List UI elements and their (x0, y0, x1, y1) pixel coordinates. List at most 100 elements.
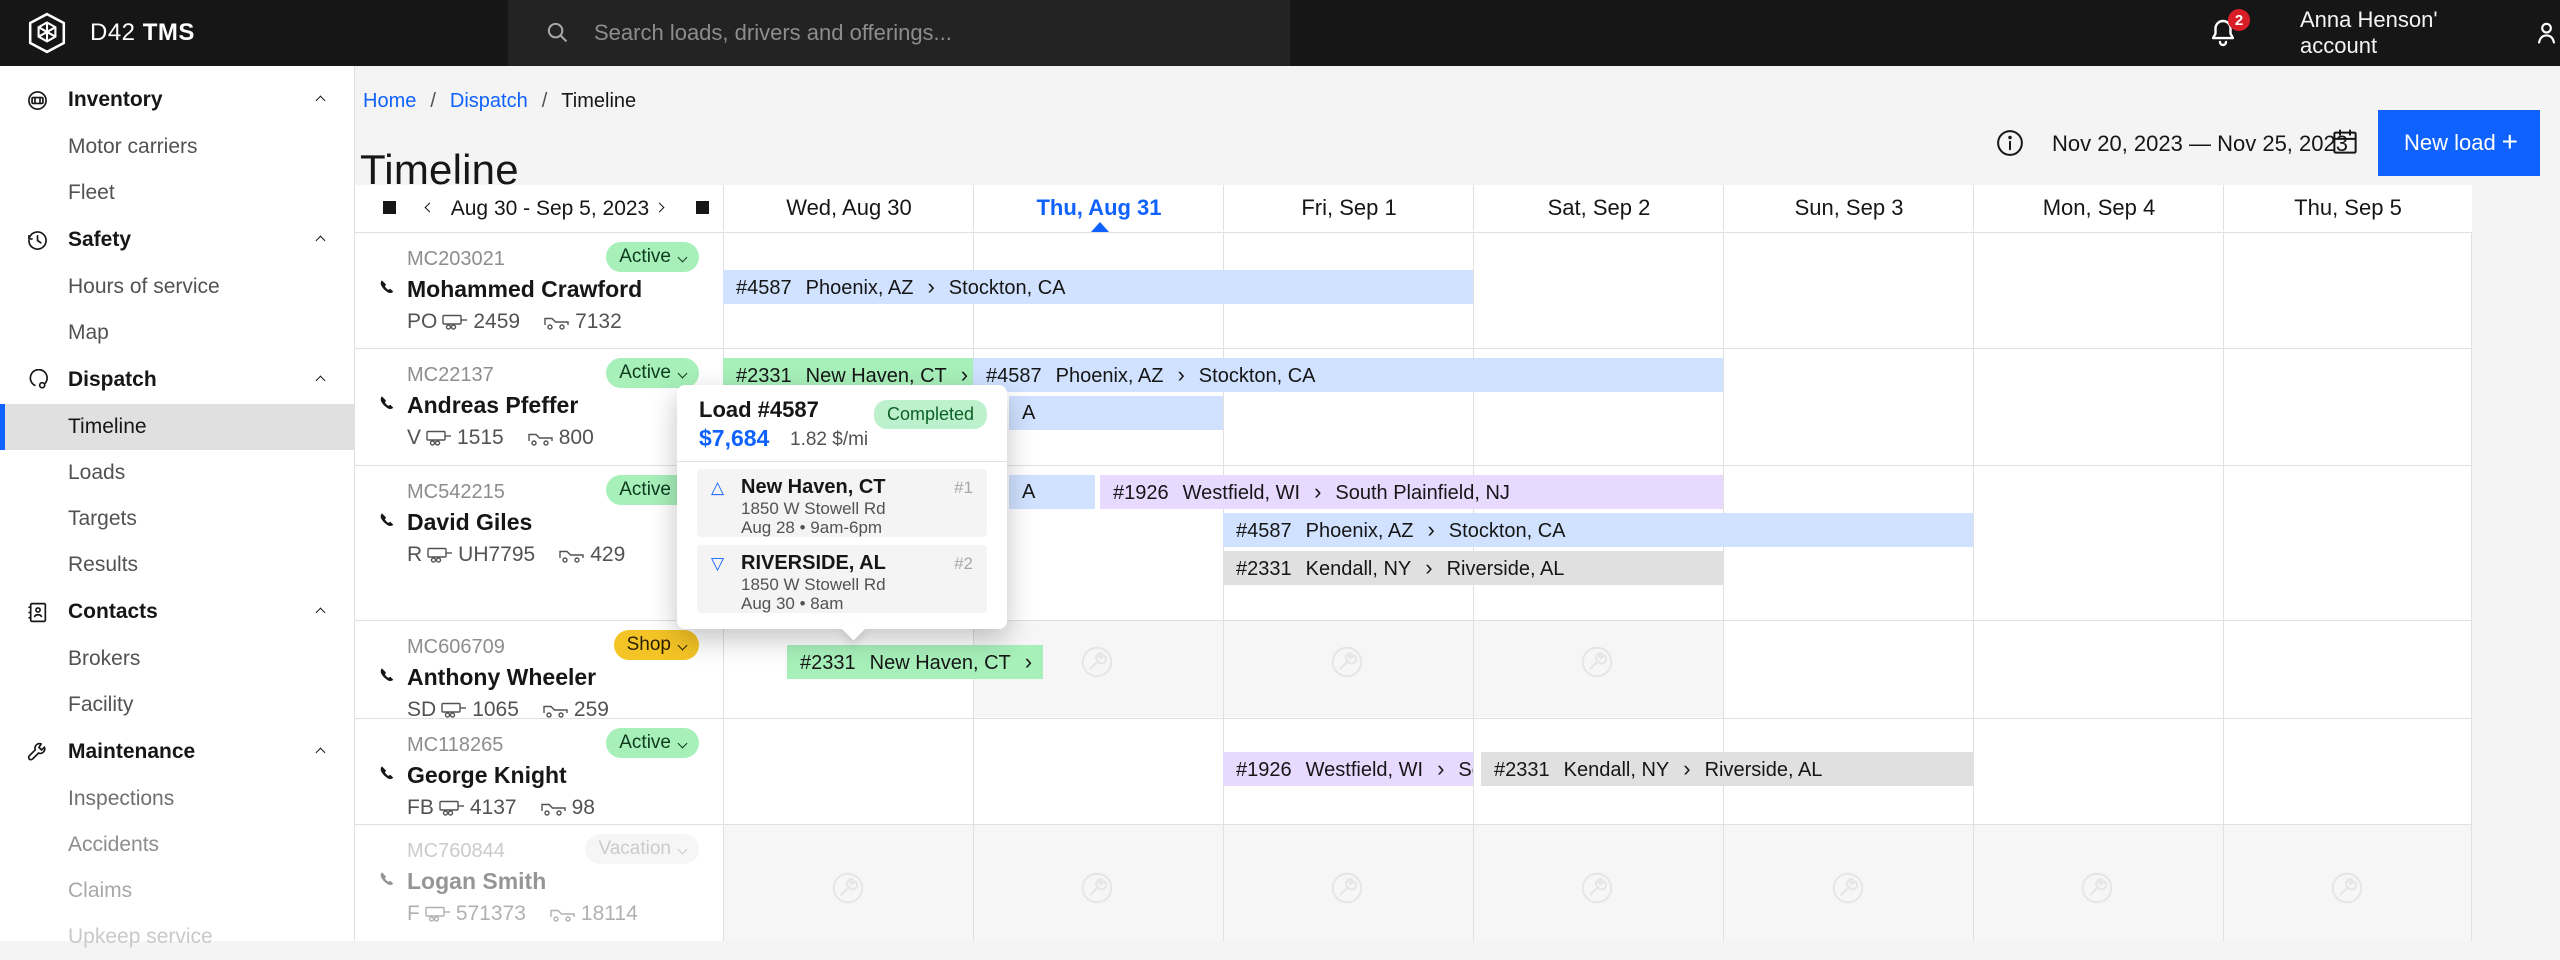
sidebar-item-brokers[interactable]: Brokers (0, 636, 354, 682)
route-arrow-icon (1683, 759, 1690, 781)
notification-count-badge: 2 (2228, 9, 2250, 31)
driver-name[interactable]: Anthony Wheeler (407, 664, 596, 691)
phone-icon[interactable] (377, 870, 399, 892)
day-header-thu-aug-31[interactable]: Thu, Aug 31 (973, 185, 1224, 231)
day-header-mon-sep-4[interactable]: Mon, Sep 4 (1973, 185, 2224, 231)
day-header-sun-sep-3[interactable]: Sun, Sep 3 (1723, 185, 1974, 231)
phone-icon[interactable] (377, 278, 399, 300)
sidebar-section-maintenance[interactable]: Maintenance (0, 728, 354, 776)
sidebar-item-hours-of-service[interactable]: Hours of service (0, 264, 354, 310)
chevron-up-icon (316, 607, 326, 617)
search-input[interactable] (592, 19, 1236, 47)
driver-name[interactable]: Mohammed Crawford (407, 276, 642, 303)
route-arrow-icon (961, 365, 968, 387)
load-bar[interactable]: #4587Phoenix, AZStockton, CA (1223, 513, 1973, 547)
timeline-header: Aug 30 - Sep 5, 2023 Wed, Aug 30 Thu, Au… (355, 185, 2472, 233)
safety-clock-icon (26, 229, 49, 252)
sidebar-item-loads[interactable]: Loads (0, 450, 354, 496)
sidebar-section-dispatch[interactable]: Dispatch (0, 356, 354, 404)
chevron-down-icon (678, 844, 688, 854)
load-bar[interactable]: #1926Westfield, WISo… (1223, 752, 1473, 786)
driver-status-badge[interactable]: Active (606, 728, 699, 758)
sidebar-item-fleet[interactable]: Fleet (0, 170, 354, 216)
load-bar[interactable]: #2331Kendall, NYRiverside, AL (1223, 551, 1723, 585)
load-bar[interactable]: A (1009, 396, 1223, 430)
sidebar-section-contacts[interactable]: Contacts (0, 588, 354, 636)
breadcrumb-home[interactable]: Home (363, 90, 416, 113)
chevron-up-icon (316, 235, 326, 245)
section-label: Inventory (68, 88, 163, 112)
breadcrumb: Home/ Dispatch/ Timeline (363, 90, 636, 113)
chevron-down-icon (678, 368, 688, 378)
driver-equipment: R UH7795 429 (407, 543, 625, 567)
driver-row[interactable]: MC22137 Andreas Pfeffer V 1515 800 Activ… (355, 348, 723, 465)
new-load-button[interactable]: New load + (2378, 110, 2540, 176)
skip-to-end-button[interactable] (691, 199, 711, 219)
driver-name[interactable]: George Knight (407, 762, 567, 789)
global-search[interactable] (508, 0, 1290, 66)
notifications-button[interactable]: 2 (2208, 17, 2248, 53)
load-bar[interactable]: #1926Westfield, WISouth Plainfield, NJ (1100, 475, 1723, 509)
info-button[interactable] (1995, 128, 2025, 163)
stop-sequence: #1 (954, 478, 973, 498)
sidebar-section-safety[interactable]: Safety (0, 216, 354, 264)
tooltip-load-title: Load #4587 (699, 397, 819, 423)
sidebar-item-inspections[interactable]: Inspections (0, 776, 354, 822)
phone-icon[interactable] (377, 666, 399, 688)
driver-name[interactable]: David Giles (407, 509, 532, 536)
load-bar[interactable]: A (1009, 475, 1095, 509)
maintenance-placeholder-icon (2328, 869, 2366, 907)
stop-sequence: #2 (954, 554, 973, 574)
load-bar[interactable]: #4587Phoenix, AZStockton, CA (973, 358, 1723, 392)
sidebar-item-timeline[interactable]: Timeline (0, 404, 354, 450)
breadcrumb-dispatch[interactable]: Dispatch (450, 90, 528, 113)
sidebar-item-map[interactable]: Map (0, 310, 354, 356)
sidebar-item-facility[interactable]: Facility (0, 682, 354, 728)
user-icon (2533, 18, 2560, 48)
driver-status-badge[interactable]: Active (606, 242, 699, 272)
phone-icon[interactable] (377, 511, 399, 533)
app-logo[interactable]: D42 TMS (0, 0, 508, 66)
sidebar-item-upkeep-service[interactable]: Upkeep service (0, 914, 354, 960)
sidebar-item-accidents[interactable]: Accidents (0, 822, 354, 868)
driver-status-badge[interactable]: Shop (614, 630, 699, 660)
driver-row[interactable]: MC606709 Anthony Wheeler SD 1065 259 Sho… (355, 620, 723, 718)
sidebar-item-targets[interactable]: Targets (0, 496, 354, 542)
load-bar[interactable]: #4587Phoenix, AZStockton, CA (723, 270, 1473, 304)
day-header-thu-sep-5[interactable]: Thu, Sep 5 (2223, 185, 2472, 231)
breadcrumb-current: Timeline (561, 90, 636, 113)
plus-icon: + (2502, 126, 2518, 158)
driver-row[interactable]: MC203021 Mohammed Crawford PO 2459 7132 … (355, 232, 723, 348)
account-menu[interactable]: Anna Henson' account (2300, 0, 2560, 66)
phone-icon[interactable] (377, 764, 399, 786)
trailer-icon (425, 906, 451, 922)
skip-to-start-button[interactable] (383, 199, 403, 219)
divider (677, 461, 1007, 462)
load-bar[interactable]: #2331New Haven, CTW… (787, 645, 1043, 679)
calendar-button[interactable] (2330, 127, 2360, 162)
dropoff-icon: ▽ (711, 554, 724, 574)
day-header-sat-sep-2[interactable]: Sat, Sep 2 (1473, 185, 1724, 231)
maintenance-placeholder-icon (1328, 643, 1366, 681)
driver-row[interactable]: MC118265 George Knight FB 4137 98 Active (355, 718, 723, 824)
maintenance-placeholder-icon (1829, 869, 1867, 907)
next-period-button[interactable] (651, 199, 671, 219)
date-range-filter[interactable]: Nov 20, 2023 — Nov 25, 2023 (2052, 131, 2348, 157)
sidebar-item-results[interactable]: Results (0, 542, 354, 588)
phone-icon[interactable] (377, 394, 399, 416)
maintenance-placeholder-icon (829, 869, 867, 907)
driver-name[interactable]: Andreas Pfeffer (407, 392, 578, 419)
day-header-wed-aug-30[interactable]: Wed, Aug 30 (723, 185, 974, 231)
contacts-icon (26, 601, 49, 624)
driver-status-badge[interactable]: Active (606, 358, 699, 388)
sidebar-section-inventory[interactable]: Inventory (0, 76, 354, 124)
driver-name[interactable]: Logan Smith (407, 868, 546, 895)
previous-period-button[interactable] (421, 199, 441, 219)
driver-row[interactable]: MC542215 David Giles R UH7795 429 Active (355, 465, 723, 620)
sidebar-item-motor-carriers[interactable]: Motor carriers (0, 124, 354, 170)
driver-status-badge[interactable]: Vacation (585, 834, 699, 864)
day-header-fri-sep-1[interactable]: Fri, Sep 1 (1223, 185, 1474, 231)
sidebar-item-claims[interactable]: Claims (0, 868, 354, 914)
driver-row[interactable]: MC760844 Logan Smith F 571373 18114 Vaca… (355, 824, 723, 941)
load-bar[interactable]: #2331Kendall, NYRiverside, AL (1481, 752, 1973, 786)
